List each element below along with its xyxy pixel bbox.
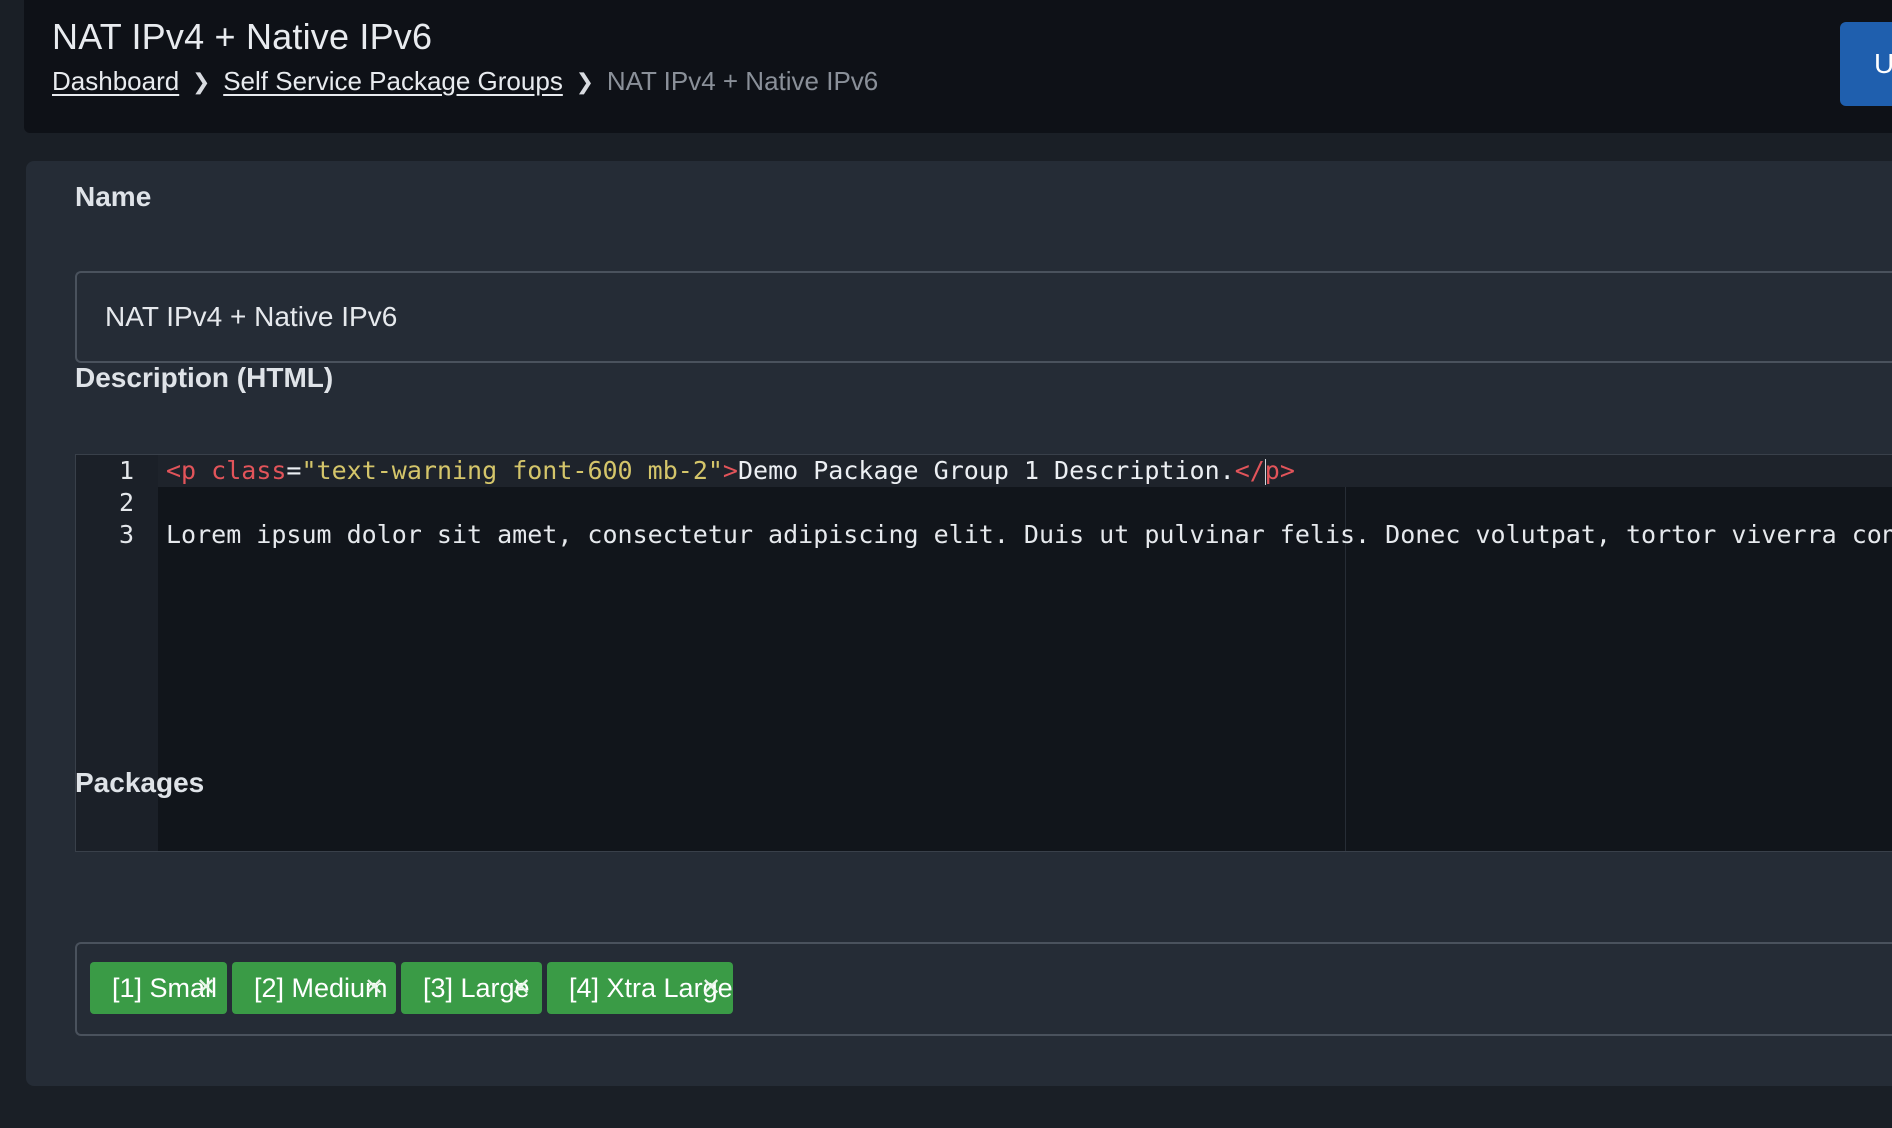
page-header: NAT IPv4 + Native IPv6 Dashboard ❯ Self … <box>24 0 1892 133</box>
close-icon[interactable]: ✕ <box>700 962 722 1014</box>
close-icon[interactable]: ✕ <box>510 962 532 1014</box>
code-line-3[interactable]: Lorem ipsum dolor sit amet, consectetur … <box>166 519 1892 551</box>
code-token-equals: = <box>286 456 302 485</box>
breadcrumb-dashboard-link[interactable]: Dashboard <box>52 66 179 97</box>
line-number: 3 <box>118 520 134 549</box>
code-token-string: "text-warning font-600 mb-2" <box>301 456 723 485</box>
breadcrumb-current: NAT IPv4 + Native IPv6 <box>606 66 879 96</box>
package-tag: [4] Xtra Large ✕ <box>547 962 733 1014</box>
code-token-tag: > <box>1279 456 1295 485</box>
code-token-tag: p <box>1264 456 1280 485</box>
chevron-right-icon: ❯ <box>575 68 595 94</box>
name-label: Name <box>75 181 152 212</box>
name-input[interactable] <box>75 271 1892 363</box>
form-card: Name Description (HTML) 1 2 3 <p class="… <box>26 161 1892 1086</box>
code-token-attr: class <box>196 456 287 485</box>
update-button[interactable]: U <box>1840 22 1892 106</box>
code-token-tag: > <box>722 456 738 485</box>
packages-label: Packages <box>75 767 205 798</box>
package-tag: [3] Large ✕ <box>401 962 542 1014</box>
packages-multiselect[interactable]: [1] Small ✕ [2] Medium ✕ [3] Large ✕ [4]… <box>75 942 1892 1036</box>
line-number: 1 <box>118 456 134 485</box>
page-title: NAT IPv4 + Native IPv6 <box>52 16 433 57</box>
breadcrumb-package-groups-link[interactable]: Self Service Package Groups <box>223 66 563 97</box>
line-number: 2 <box>118 488 134 517</box>
close-icon[interactable]: ✕ <box>363 962 385 1014</box>
code-token-text: Demo Package Group 1 Description. <box>737 456 1235 485</box>
package-tag: [1] Small ✕ <box>90 962 227 1014</box>
description-label: Description (HTML) <box>75 362 334 393</box>
breadcrumb: Dashboard ❯ Self Service Package Groups … <box>52 66 878 97</box>
description-code-editor[interactable]: 1 2 3 <p class="text-warning font-600 mb… <box>75 454 1892 852</box>
chevron-right-icon: ❯ <box>191 68 211 94</box>
code-token-tag: <p <box>166 456 197 485</box>
code-token-tag: </ <box>1234 456 1265 485</box>
code-line-1[interactable]: <p class="text-warning font-600 mb-2">De… <box>166 455 1295 487</box>
close-icon[interactable]: ✕ <box>195 962 217 1014</box>
package-tag: [2] Medium ✕ <box>232 962 396 1014</box>
